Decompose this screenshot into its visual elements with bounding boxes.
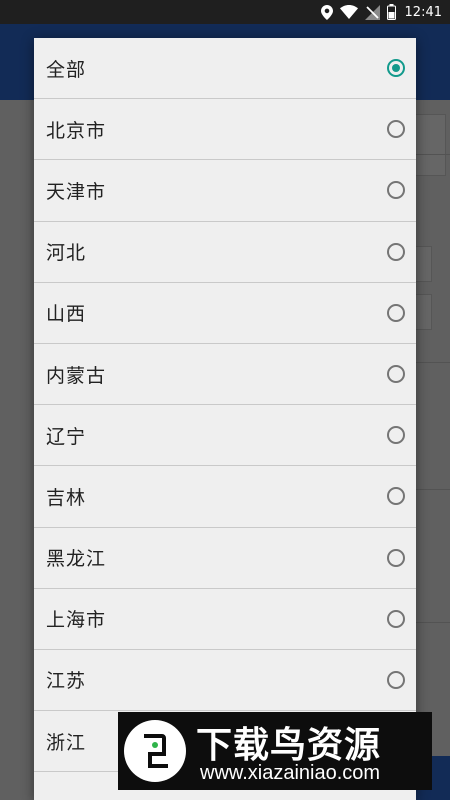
radio-button[interactable] [387, 365, 405, 384]
radio-button[interactable] [387, 242, 405, 261]
option-shanghai[interactable]: 上海市 [34, 589, 416, 650]
bird-logo-icon [124, 720, 186, 782]
radio-button[interactable] [387, 303, 405, 322]
battery-icon [386, 4, 396, 20]
option-heilongjiang[interactable]: 黑龙江 [34, 528, 416, 589]
watermark-url: www.xiazainiao.com [200, 762, 381, 784]
option-tianjin[interactable]: 天津市 [34, 160, 416, 222]
region-picker-dialog: 全部 北京市 天津市 河北 山西 内蒙古 辽宁 吉林 黑龙江 上海市 江苏 浙江 [34, 38, 416, 800]
radio-button[interactable] [387, 487, 405, 506]
option-label: 黑龙江 [46, 548, 107, 571]
option-jiangsu[interactable]: 江苏 [34, 650, 416, 712]
option-beijing[interactable]: 北京市 [34, 99, 416, 161]
watermark-banner: 下载鸟资源 www.xiazainiao.com [118, 712, 432, 790]
option-shanxi[interactable]: 山西 [34, 283, 416, 344]
option-label: 辽宁 [46, 425, 87, 448]
option-label: 山西 [46, 303, 87, 326]
radio-dot-icon [392, 64, 400, 73]
no-signal-icon [364, 4, 380, 20]
radio-button[interactable] [387, 426, 405, 445]
option-label: 北京市 [46, 119, 107, 142]
status-bar: 12:41 [0, 0, 450, 24]
option-label: 江苏 [46, 670, 87, 693]
option-label: 内蒙古 [46, 364, 107, 387]
radio-button[interactable] [387, 548, 405, 567]
radio-button[interactable] [387, 120, 405, 139]
option-label: 上海市 [46, 609, 107, 632]
option-label: 全部 [46, 58, 87, 81]
option-label: 浙江 [46, 731, 87, 754]
status-time: 12:41 [404, 4, 442, 20]
radio-button[interactable] [387, 609, 405, 628]
option-jilin[interactable]: 吉林 [34, 466, 416, 528]
option-label: 天津市 [46, 180, 107, 203]
option-inner-mongolia[interactable]: 内蒙古 [34, 344, 416, 406]
radio-button[interactable] [387, 181, 405, 200]
radio-button[interactable] [387, 670, 405, 689]
option-hebei[interactable]: 河北 [34, 222, 416, 283]
option-liaoning[interactable]: 辽宁 [34, 405, 416, 467]
option-label: 河北 [46, 242, 87, 265]
wifi-icon [339, 5, 358, 19]
option-label: 吉林 [46, 486, 87, 509]
option-all[interactable]: 全部 [34, 38, 416, 100]
location-icon [320, 4, 333, 20]
watermark-title: 下载鸟资源 [196, 725, 382, 766]
radio-button-selected[interactable] [387, 59, 405, 78]
